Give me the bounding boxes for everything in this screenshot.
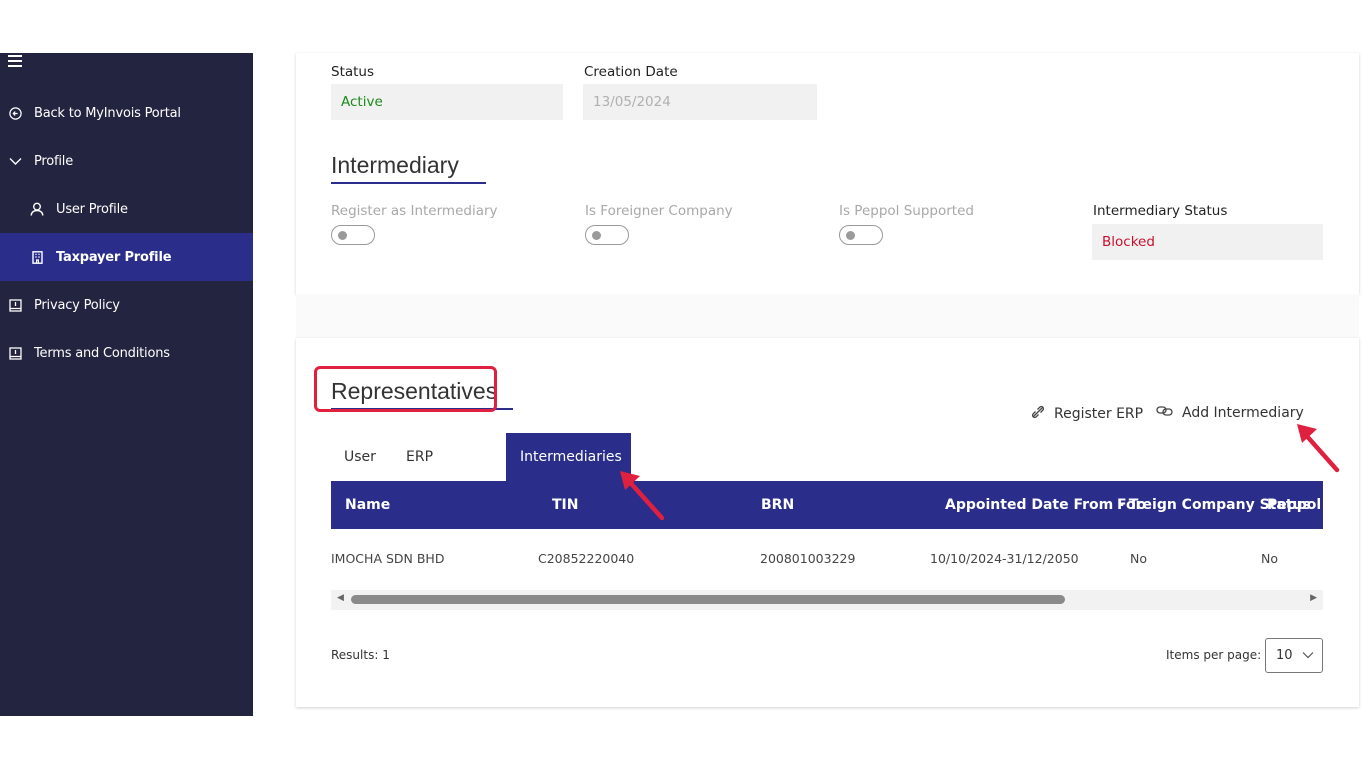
results-count: Results: 1 [331, 648, 390, 662]
register-intermediary-toggle[interactable] [331, 225, 375, 245]
hamburger-menu-icon[interactable] [8, 55, 22, 67]
sidebar-item-label: User Profile [56, 201, 128, 217]
horizontal-scrollbar[interactable]: ◀ ▶ [331, 590, 1323, 610]
user-icon [30, 202, 44, 216]
book-icon [8, 298, 22, 312]
register-intermediary-label: Register as Intermediary [331, 203, 498, 219]
sidebar-item-label: Taxpayer Profile [56, 249, 172, 265]
column-header-brn[interactable]: BRN [761, 481, 794, 529]
book-icon [8, 346, 22, 360]
intermediary-status-field: Blocked [1092, 224, 1323, 260]
annotation-arrow-icon [1297, 424, 1340, 473]
intermediary-title-underline [331, 182, 486, 184]
add-intermediary-button[interactable]: Add Intermediary [1156, 404, 1304, 422]
annotation-arrow-icon [620, 471, 665, 521]
sidebar-item-privacy-policy[interactable]: Privacy Policy [0, 281, 253, 329]
representatives-tabs: User ERP Intermediaries [330, 433, 631, 481]
sidebar-item-terms[interactable]: Terms and Conditions [0, 329, 253, 377]
sidebar-item-label: Back to MyInvois Portal [34, 105, 181, 121]
sidebar-item-label: Profile [34, 153, 74, 169]
tab-user[interactable]: User [330, 433, 392, 481]
tab-intermediaries[interactable]: Intermediaries [506, 433, 631, 481]
building-icon [30, 250, 44, 264]
table-header: Name TIN BRN Appointed Date From - To Fo… [331, 481, 1323, 529]
column-header-appointed-date[interactable]: Appointed Date From - To [945, 481, 1146, 529]
cell-foreign-company: No [1130, 550, 1147, 566]
register-erp-label: Register ERP [1054, 406, 1144, 422]
peppol-supported-label: Is Peppol Supported [839, 203, 974, 219]
cell-brn: 200801003229 [760, 550, 856, 566]
sidebar-item-profile[interactable]: Profile [0, 137, 253, 185]
items-per-page-label: Items per page: [1166, 648, 1262, 662]
table-row[interactable]: IMOCHA SDN BHD C20852220040 200801003229… [331, 529, 1323, 587]
column-header-name[interactable]: Name [345, 481, 390, 529]
scroll-right-arrow-icon[interactable]: ▶ [1310, 593, 1317, 603]
cell-name: IMOCHA SDN BHD [331, 550, 445, 566]
chevron-down-icon [1302, 648, 1314, 663]
sidebar-item-taxpayer-profile[interactable]: Taxpayer Profile [0, 233, 253, 281]
status-label: Status [331, 64, 375, 80]
sidebar-item-back-to-portal[interactable]: Back to MyInvois Portal [0, 89, 253, 137]
chevron-down-icon [8, 154, 22, 168]
sidebar-item-user-profile[interactable]: User Profile [0, 185, 253, 233]
foreigner-company-toggle[interactable] [585, 225, 629, 245]
chain-link-icon [1156, 404, 1174, 422]
register-erp-button[interactable]: Register ERP [1030, 404, 1143, 424]
cell-tin: C20852220040 [538, 550, 635, 566]
cell-appointed-date: 10/10/2024-31/12/2050 [930, 550, 1079, 566]
scrollbar-thumb[interactable] [351, 595, 1065, 604]
link-icon [1030, 404, 1046, 424]
sidebar-item-label: Privacy Policy [34, 297, 120, 313]
items-per-page-select[interactable]: 10 [1265, 638, 1323, 673]
sidebar-item-label: Terms and Conditions [34, 345, 170, 361]
peppol-supported-toggle[interactable] [839, 225, 883, 245]
intermediary-status-label: Intermediary Status [1093, 203, 1228, 219]
scroll-left-arrow-icon[interactable]: ◀ [337, 593, 344, 603]
intermediary-title: Intermediary [331, 152, 459, 178]
creation-date-label: Creation Date [584, 64, 678, 80]
cell-peppol: No [1261, 550, 1278, 566]
column-header-peppol[interactable]: Peppol S [1267, 481, 1323, 529]
column-header-tin[interactable]: TIN [552, 481, 578, 529]
tab-erp[interactable]: ERP [392, 433, 506, 481]
add-intermediary-label: Add Intermediary [1182, 405, 1304, 421]
creation-date-field: 13/05/2024 [583, 84, 817, 120]
highlight-box [314, 366, 497, 412]
section-gap [296, 294, 1359, 338]
back-circle-icon [8, 106, 22, 120]
items-per-page-value: 10 [1276, 648, 1293, 663]
sidebar: Back to MyInvois Portal Profile User Pro… [0, 53, 253, 716]
status-field: Active [331, 84, 563, 120]
foreigner-company-label: Is Foreigner Company [585, 203, 733, 219]
